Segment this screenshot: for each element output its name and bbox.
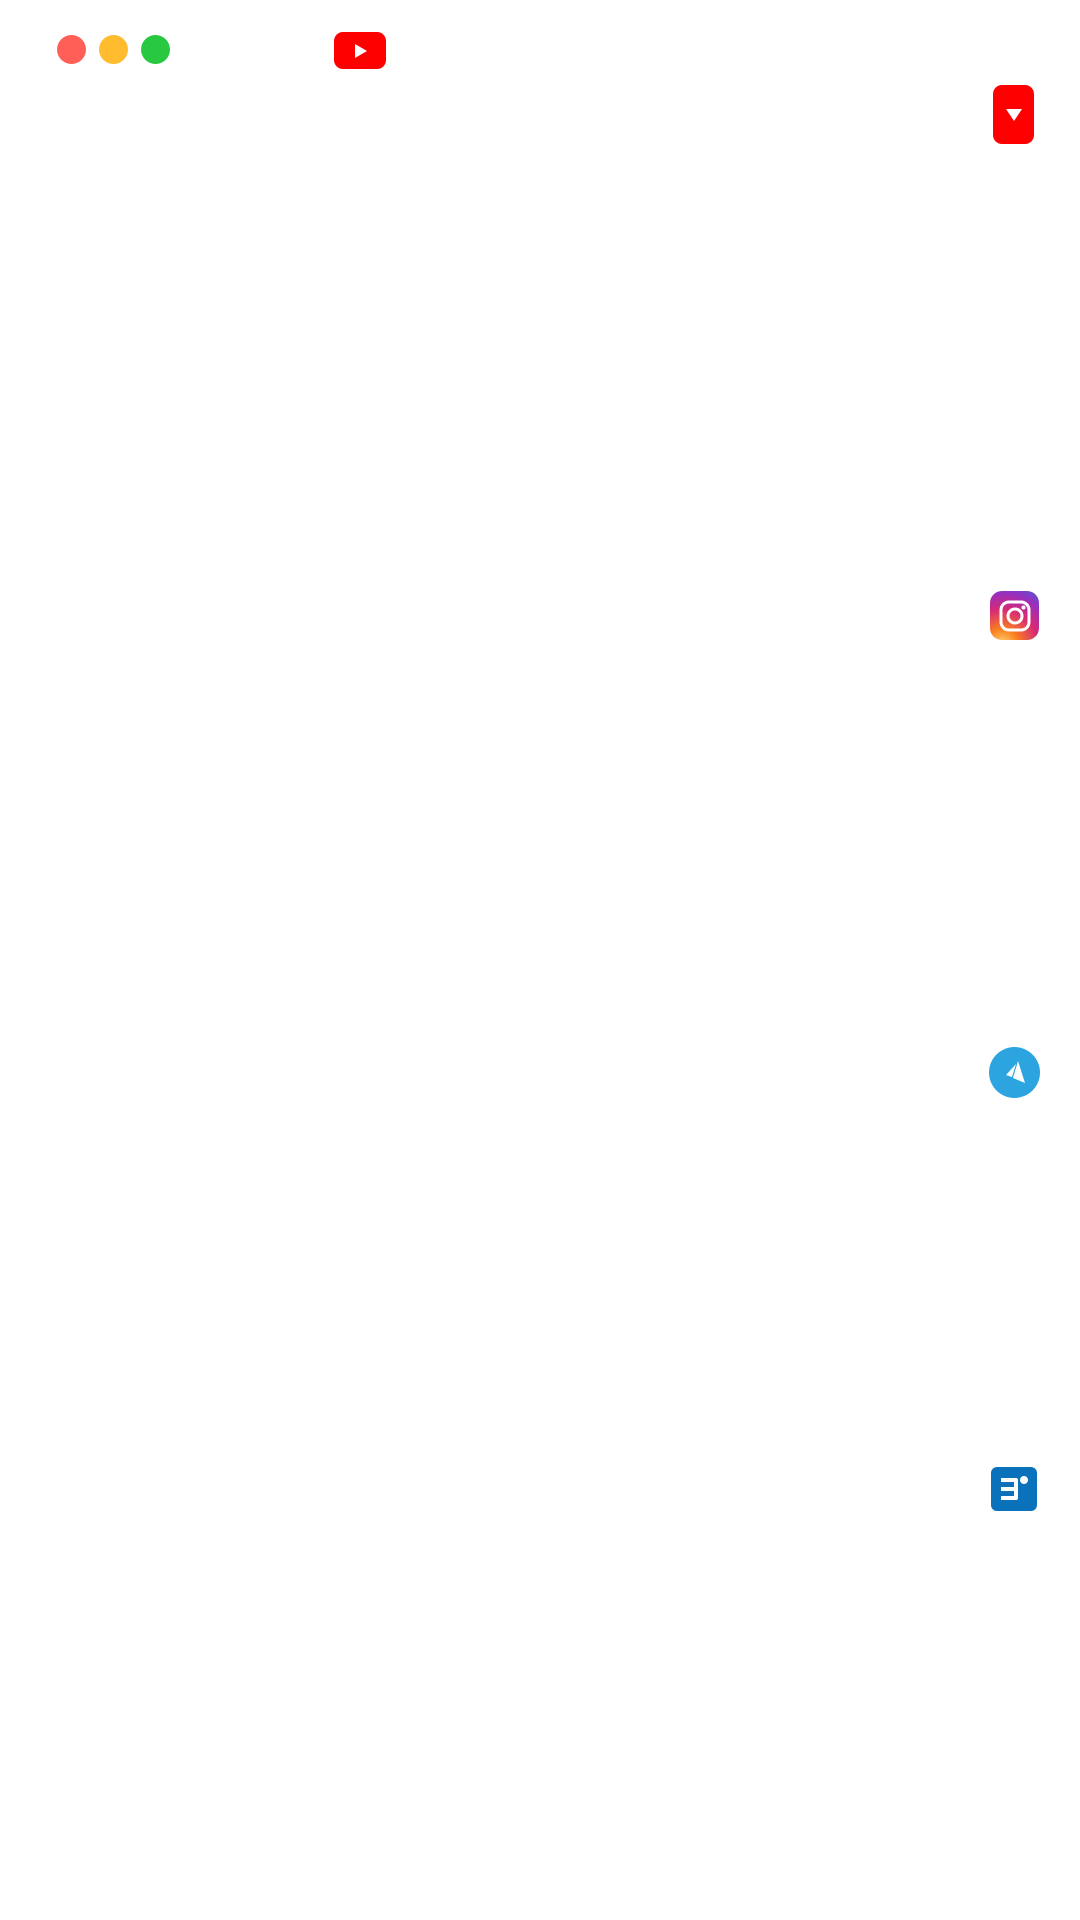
- youtube-icon: [334, 32, 386, 69]
- title-bar: [0, 0, 1080, 100]
- window-close-button[interactable]: [57, 35, 86, 64]
- navigation-arrow-icon[interactable]: [989, 1047, 1040, 1098]
- instagram-icon[interactable]: [990, 591, 1039, 640]
- document-app-icon[interactable]: [991, 1467, 1037, 1511]
- dropdown-arrow-icon[interactable]: [993, 85, 1034, 144]
- app-window: [0, 0, 1080, 1920]
- window-minimize-button[interactable]: [99, 35, 128, 64]
- window-maximize-button[interactable]: [141, 35, 170, 64]
